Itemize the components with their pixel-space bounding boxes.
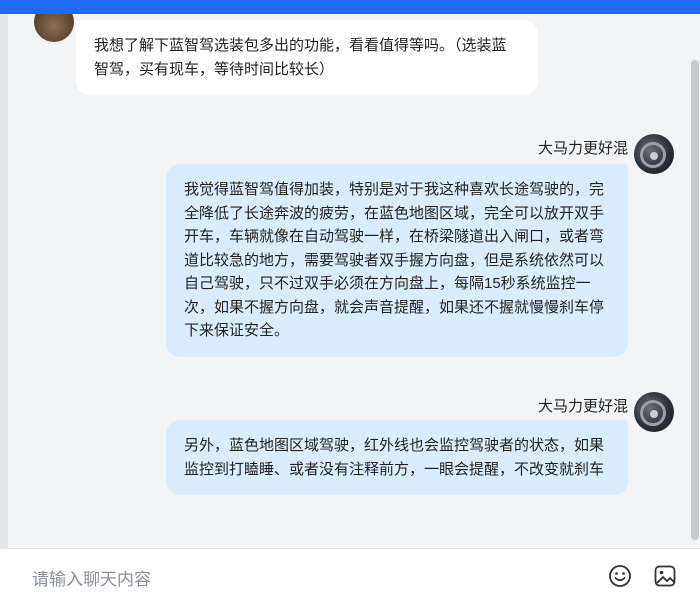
message-text: 另外，蓝色地图区域驾驶，红外线也会监控驾驶者的状态，如果监控到打瞌睡、或者没有注… xyxy=(184,437,605,478)
chat-input-bar: 请输入聊天内容 xyxy=(0,548,700,602)
outgoing-avatar[interactable] xyxy=(634,134,674,174)
left-edge xyxy=(0,14,8,548)
top-bar xyxy=(0,0,700,14)
scrollbar-thumb[interactable] xyxy=(691,60,699,540)
sender-name: 大马力更好混 xyxy=(537,140,628,157)
message-text: 我想了解下蓝智驾选装包多出的功能，看看值得等吗。（选装蓝智驾，买有现车，等待时间… xyxy=(94,37,507,78)
message-bubble-outgoing: 另外，蓝色地图区域驾驶，红外线也会监控驾驶者的状态，如果监控到打瞌睡、或者没有注… xyxy=(166,420,628,495)
chat-input[interactable]: 请输入聊天内容 xyxy=(32,565,151,590)
smile-icon[interactable] xyxy=(607,563,633,589)
avatar-hub-shape xyxy=(650,152,658,160)
message-bubble-outgoing: 我觉得蓝智驾值得加装，特别是对于我这种喜欢长途驾驶的，完全降低了长途奔波的疲劳，… xyxy=(166,164,628,357)
avatar-hub-shape xyxy=(650,410,658,418)
image-icon[interactable] xyxy=(652,563,678,589)
message-text: 我觉得蓝智驾值得加装，特别是对于我这种喜欢长途驾驶的，完全降低了长途奔波的疲劳，… xyxy=(184,181,605,339)
incoming-avatar[interactable] xyxy=(34,14,74,42)
chat-history[interactable]: 我想了解下蓝智驾选装包多出的功能，看看值得等吗。（选装蓝智驾，买有现车，等待时间… xyxy=(8,14,690,548)
sender-name: 大马力更好混 xyxy=(537,398,628,415)
outgoing-avatar[interactable] xyxy=(634,392,674,432)
message-bubble-incoming: 我想了解下蓝智驾选装包多出的功能，看看值得等吗。（选装蓝智驾，买有现车，等待时间… xyxy=(76,20,538,95)
